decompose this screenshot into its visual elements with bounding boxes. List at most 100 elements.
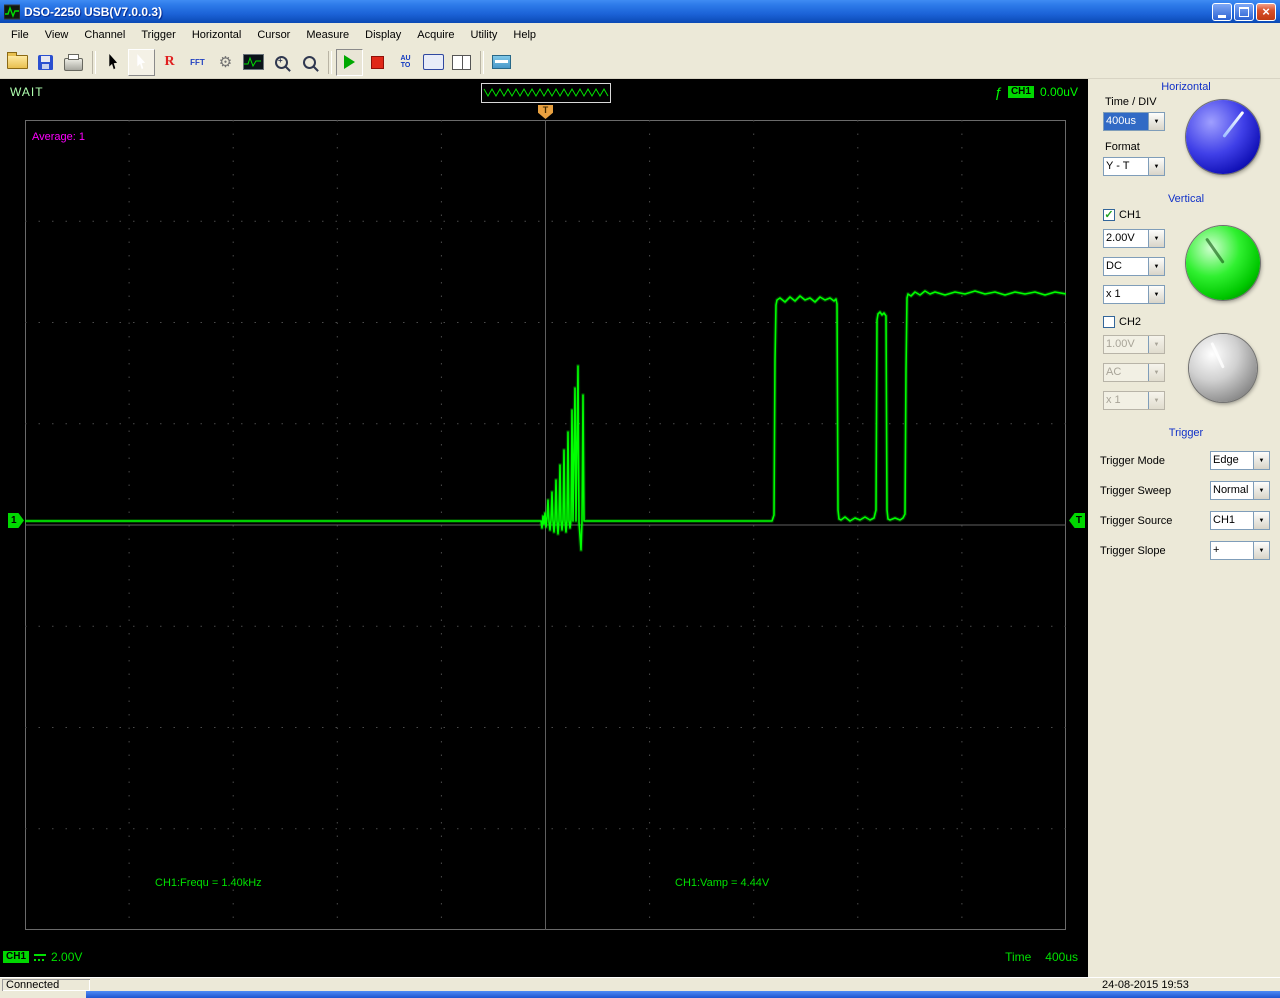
start-acquisition-button[interactable] xyxy=(336,48,363,76)
ch2-probe-select[interactable]: x 1 ▼ xyxy=(1103,391,1165,410)
ch2-vertical-knob[interactable] xyxy=(1189,334,1257,402)
scope-display[interactable]: Average: 1 T 1 T CH1:Frequ = 1.40kHz CH1… xyxy=(8,105,1088,937)
fft-button[interactable]: FFT xyxy=(184,49,211,76)
waveform-preview[interactable] xyxy=(481,83,611,103)
chevron-down-icon[interactable]: ▼ xyxy=(1253,512,1269,529)
time-div-select[interactable]: 400us ▼ xyxy=(1103,112,1165,131)
time-per-div: 400us xyxy=(1045,950,1078,964)
trigger-slope-value: + xyxy=(1213,544,1220,556)
chevron-down-icon[interactable]: ▼ xyxy=(1253,482,1269,499)
taskbar-strip xyxy=(86,991,1280,998)
ch1-vertical-knob[interactable] xyxy=(1186,226,1260,300)
trigger-mode-value: Edge xyxy=(1213,454,1239,466)
ch2-checkbox[interactable]: ✓ xyxy=(1103,316,1115,328)
trigger-position-marker[interactable]: T xyxy=(538,105,553,119)
chevron-down-icon[interactable]: ▼ xyxy=(1253,452,1269,469)
format-select[interactable]: Y - T ▼ xyxy=(1103,157,1165,176)
pointer-tool-button[interactable] xyxy=(128,48,155,76)
menu-item-trigger[interactable]: Trigger xyxy=(133,26,183,44)
menu-item-channel[interactable]: Channel xyxy=(76,26,133,44)
chevron-down-icon[interactable]: ▼ xyxy=(1148,336,1164,353)
restore-button[interactable] xyxy=(1234,2,1254,21)
horizontal-knob[interactable] xyxy=(1186,100,1260,174)
autoset-button[interactable]: AU TO xyxy=(392,49,419,76)
waveform-box-icon xyxy=(243,54,264,70)
cursor-measure-button[interactable] xyxy=(100,49,127,76)
trigger-channel-badge: CH1 xyxy=(1007,86,1034,98)
trigger-settings: Trigger Mode Edge ▼ Trigger Sweep Normal ▼ Tri… xyxy=(1100,451,1270,571)
titlebar[interactable]: DSO-2250 USB(V7.0.0.3) × xyxy=(0,0,1280,23)
menu-item-utility[interactable]: Utility xyxy=(463,26,506,44)
chevron-down-icon[interactable]: ▼ xyxy=(1148,158,1164,175)
ch2-coupling-select[interactable]: AC ▼ xyxy=(1103,363,1165,382)
application-window: DSO-2250 USB(V7.0.0.3) × File View Channel… xyxy=(0,0,1280,998)
chevron-down-icon[interactable]: ▼ xyxy=(1148,286,1164,303)
acquisition-status: WAIT xyxy=(10,85,44,99)
trigger-edge-icon: ƒ xyxy=(994,84,1002,100)
scope-screen-icon xyxy=(423,54,444,70)
save-icon xyxy=(38,54,53,70)
ch1-coupling-value: DC xyxy=(1106,260,1122,272)
channel1-level-marker[interactable]: 1 xyxy=(8,513,24,528)
settings-button[interactable]: ⚙ xyxy=(212,49,239,76)
waveform-view-button[interactable] xyxy=(240,49,267,76)
menu-item-cursor[interactable]: Cursor xyxy=(249,26,298,44)
menu-item-file[interactable]: File xyxy=(3,26,37,44)
dc-coupling-icon xyxy=(34,953,47,962)
fft-icon: FFT xyxy=(190,57,205,67)
close-button[interactable]: × xyxy=(1256,2,1276,21)
menu-item-view[interactable]: View xyxy=(37,26,77,44)
refresh-button[interactable]: R xyxy=(156,49,183,76)
zoom-in-icon: + xyxy=(275,55,288,69)
chevron-down-icon[interactable]: ▼ xyxy=(1253,542,1269,559)
trigger-slope-select[interactable]: + ▼ xyxy=(1210,541,1270,560)
ch1-checkbox-label: CH1 xyxy=(1119,209,1142,221)
stop-acquisition-button[interactable] xyxy=(364,49,391,76)
open-file-button[interactable] xyxy=(4,49,31,76)
menu-item-horizontal[interactable]: Horizontal xyxy=(184,26,250,44)
chevron-down-icon[interactable]: ▼ xyxy=(1148,258,1164,275)
ch2-checkbox-label: CH2 xyxy=(1119,316,1142,328)
ch2-volts-select[interactable]: 1.00V ▼ xyxy=(1103,335,1165,354)
scope-region: WAIT ƒ CH1 0.00uV Average: 1 T 1 T CH1:F… xyxy=(0,79,1088,977)
trigger-level-marker[interactable]: T xyxy=(1069,513,1085,528)
chevron-down-icon[interactable]: ▼ xyxy=(1148,230,1164,247)
print-button[interactable] xyxy=(60,49,87,76)
toolbar: R FFT ⚙ + AU TO xyxy=(0,46,1280,79)
minimize-button[interactable] xyxy=(1212,2,1232,21)
chevron-down-icon[interactable]: ▼ xyxy=(1148,113,1164,130)
app-icon xyxy=(4,4,20,20)
printer-icon xyxy=(64,53,83,71)
trigger-sweep-value: Normal xyxy=(1213,484,1249,496)
time-div-value: 400us xyxy=(1104,113,1148,130)
layout-panels-button[interactable] xyxy=(448,49,475,76)
trigger-mode-select[interactable]: Edge ▼ xyxy=(1210,451,1270,470)
trigger-source-select[interactable]: CH1 ▼ xyxy=(1210,511,1270,530)
ch1-volts-value: 2.00V xyxy=(1106,232,1135,244)
help-button[interactable] xyxy=(488,49,515,76)
chevron-down-icon[interactable]: ▼ xyxy=(1148,364,1164,381)
ch1-coupling-select[interactable]: DC ▼ xyxy=(1103,257,1165,276)
trigger-level-value: 0.00uV xyxy=(1039,85,1078,99)
ch1-frequency-readout: CH1:Frequ = 1.40kHz xyxy=(155,877,262,889)
trigger-sweep-select[interactable]: Normal ▼ xyxy=(1210,481,1270,500)
ch1-volts-select[interactable]: 2.00V ▼ xyxy=(1103,229,1165,248)
save-button[interactable] xyxy=(32,49,59,76)
zoom-in-button[interactable]: + xyxy=(268,49,295,76)
menu-item-acquire[interactable]: Acquire xyxy=(409,26,462,44)
channel-info-bar: CH1 2.00V Time 400us xyxy=(0,945,1088,971)
menu-item-display[interactable]: Display xyxy=(357,26,409,44)
play-icon xyxy=(344,55,355,69)
ch1-checkbox[interactable]: ✓ xyxy=(1103,209,1115,221)
open-folder-icon xyxy=(7,52,28,69)
average-label: Average: 1 xyxy=(32,131,86,143)
format-value: Y - T xyxy=(1106,160,1130,172)
menu-item-measure[interactable]: Measure xyxy=(298,26,357,44)
vertical-group-title: Vertical xyxy=(1167,193,1205,205)
trigger-source-value: CH1 xyxy=(1213,514,1236,526)
display-screen-button[interactable] xyxy=(420,49,447,76)
ch1-probe-select[interactable]: x 1 ▼ xyxy=(1103,285,1165,304)
menu-item-help[interactable]: Help xyxy=(505,26,544,44)
chevron-down-icon[interactable]: ▼ xyxy=(1148,392,1164,409)
zoom-out-button[interactable] xyxy=(296,49,323,76)
